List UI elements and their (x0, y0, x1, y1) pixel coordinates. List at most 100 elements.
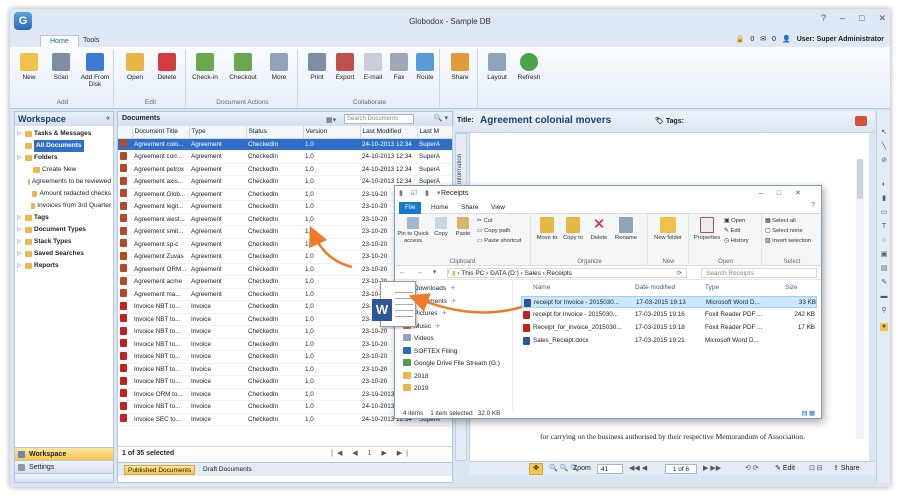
help-icon[interactable]: ? (811, 202, 815, 209)
expand-icon[interactable]: ▷ (17, 260, 23, 272)
sidebar-item-3[interactable]: Create New (17, 164, 111, 176)
lock-icon[interactable]: 🔒 (736, 35, 745, 43)
tab-home[interactable]: Home (40, 35, 79, 47)
maximize-icon[interactable]: □ (859, 13, 864, 24)
check-in-button[interactable]: Check-in (190, 53, 220, 81)
properties-button[interactable]: Properties (692, 217, 722, 242)
pin-icon[interactable]: ✈ (435, 323, 440, 330)
sidebar-item-9[interactable]: ▷ Stack Types (17, 236, 111, 248)
redact-tool-icon[interactable]: ▬ (880, 293, 888, 301)
explorer-search-input[interactable]: Search Receipts (701, 268, 817, 278)
layout-button[interactable]: Layout (482, 53, 512, 81)
pin-quick-access-button[interactable]: Pin to Quick access (397, 217, 429, 244)
expand-icon[interactable]: ▷ (17, 248, 23, 260)
tab-share[interactable]: Share (455, 202, 484, 214)
attach-tool-icon[interactable]: ⚲ (880, 307, 888, 315)
cut-button[interactable]: ✂ Cut (477, 218, 493, 224)
paste-shortcut-button[interactable]: ▭ Paste shortcut (477, 238, 521, 244)
collapse-icon[interactable]: « (106, 112, 110, 126)
table-row[interactable]: Agreement petrox Agreement CheckedIn 1.0 24-… (118, 163, 452, 176)
page-nav-next-icon[interactable]: ▶ ▶▶ (703, 462, 721, 476)
sidebar-item-1[interactable]: All Documents (17, 140, 111, 152)
add-from-disk-button[interactable]: Add From Disk (78, 53, 112, 88)
path-breadcrumb[interactable]: ▮ › This PC › DATA (D:) › Sales › Receip… (447, 268, 687, 278)
column-date-modified[interactable]: Date modified (635, 281, 675, 294)
text-tool-icon[interactable]: T (880, 223, 888, 231)
print-button[interactable]: Print (302, 53, 332, 81)
sidebar-item-8[interactable]: ▷ Document Types (17, 224, 111, 236)
rotate-icon[interactable]: ⟲ ⟳ (745, 462, 759, 476)
expand-icon[interactable]: ▷ (17, 224, 23, 236)
preview-scrollbar[interactable] (856, 159, 864, 439)
tab-view[interactable]: View (485, 202, 511, 214)
tab-draft-documents[interactable]: Draft Documents (200, 465, 255, 475)
nav-item-4[interactable]: Videos (403, 333, 434, 345)
nav-item-5[interactable]: SOFTEX Filing (403, 346, 457, 358)
breadcrumb-drive[interactable]: DATA (D:) (490, 270, 519, 277)
expand-icon[interactable]: ▷ (17, 152, 23, 164)
share-button[interactable]: Share (445, 53, 475, 81)
file-row[interactable]: receipt for Invoice - 2015030... 17-03-20… (521, 309, 817, 321)
share-preview-button[interactable]: ⇪ Share (833, 462, 860, 476)
move-to-button[interactable]: Move to (536, 217, 558, 242)
nav-item-6[interactable]: Google Drive File Stream (G:) (403, 358, 500, 370)
page-indicator[interactable]: 1 of 6 (665, 464, 697, 474)
nav-item-7[interactable]: 2018 (403, 371, 428, 383)
color-palette-icon[interactable] (855, 116, 867, 126)
sidebar-item-2[interactable]: ▷ Folders (17, 152, 111, 164)
highlight-tool-icon[interactable]: ▮ (880, 195, 888, 203)
tab-home[interactable]: Home (425, 202, 454, 214)
line-tool-icon[interactable]: ╲ (880, 143, 888, 151)
scan-button[interactable]: Scan (46, 53, 76, 81)
column-header-3[interactable]: Version (303, 126, 361, 139)
pan-icon[interactable]: ✥ (529, 463, 543, 475)
arrow-tool-icon[interactable]: ↖ (880, 129, 888, 137)
breadcrumb-sales[interactable]: Sales (525, 270, 541, 277)
pen-tool-icon[interactable]: ✎ (880, 279, 888, 287)
fit-page-icon[interactable]: ⊡ ⊟ (809, 462, 823, 476)
new-button[interactable]: New (14, 53, 44, 81)
close-icon[interactable]: ✕ (878, 13, 886, 24)
delete-button[interactable]: ✕ Delete (588, 217, 610, 242)
history-button[interactable]: ◷ History (724, 238, 749, 244)
export-button[interactable]: Export (330, 53, 360, 81)
explorer-window-controls-icon[interactable]: –□✕ (759, 186, 815, 201)
sticky-tool-icon[interactable]: ▤ (880, 265, 888, 273)
column-type[interactable]: Type (705, 281, 719, 294)
search-icon[interactable]: 🔍 ▾ (434, 112, 448, 126)
nav-item-8[interactable]: 2019 (403, 383, 428, 395)
quick-access-toolbar-icon[interactable]: ▮ ☑ ▮ ▾ (399, 186, 443, 201)
column-header-0[interactable]: Document Title (132, 126, 190, 139)
sidebar-item-0[interactable]: ▷ Tasks & Messages (17, 128, 111, 140)
expand-icon[interactable]: ▷ (17, 236, 23, 248)
checkout-button[interactable]: Checkout (226, 53, 260, 81)
stamp-tool-icon[interactable]: ◐ (880, 181, 888, 189)
mail-icon[interactable]: ✉ (760, 35, 766, 43)
column-header-5[interactable]: Last M (417, 126, 453, 139)
refresh-button[interactable]: Refresh (514, 53, 544, 81)
select-none-button[interactable]: ▢ Select none (765, 228, 803, 234)
pager[interactable]: |◀ ◀ 1 ▶ ▶| (331, 447, 412, 461)
sidebar-item-4[interactable]: Agreements to be reviewed (17, 176, 111, 188)
file-row[interactable]: receipt for Invoice - 2015030... 17-03-20… (521, 296, 817, 308)
more-button[interactable]: More (264, 53, 294, 81)
dragged-file[interactable]: W (372, 281, 420, 333)
rename-button[interactable]: Rename (614, 217, 638, 242)
sidebar-item-6[interactable]: Invoices from 3rd Quarter (17, 200, 111, 212)
column-header-2[interactable]: Status (246, 126, 304, 139)
expand-icon[interactable]: ▷ (17, 212, 23, 224)
note-tool-icon[interactable]: ▭ (880, 209, 888, 217)
expand-icon[interactable]: ▷ (17, 128, 23, 140)
sidebar-item-11[interactable]: ▷ Reports (17, 260, 111, 272)
table-row[interactable]: Agreement corr... Agreement CheckedIn 1.0 24… (118, 150, 452, 164)
help-icon[interactable]: ? (821, 13, 826, 24)
edit-button[interactable]: ✎ Edit (775, 462, 795, 476)
column-header-1[interactable]: Type (189, 126, 247, 139)
page-nav-first-icon[interactable]: ◀◀ ◀ (629, 462, 647, 476)
pin-icon[interactable]: ✈ (441, 310, 446, 317)
copy-button[interactable]: Copy (431, 217, 451, 238)
pin-icon[interactable]: ✈ (451, 298, 456, 305)
copy-to-button[interactable]: Copy to (562, 217, 584, 242)
file-row[interactable]: Receipt_for_invoice_2015030... 17-03-2015… (521, 322, 817, 334)
open-button[interactable]: Open (120, 53, 150, 81)
